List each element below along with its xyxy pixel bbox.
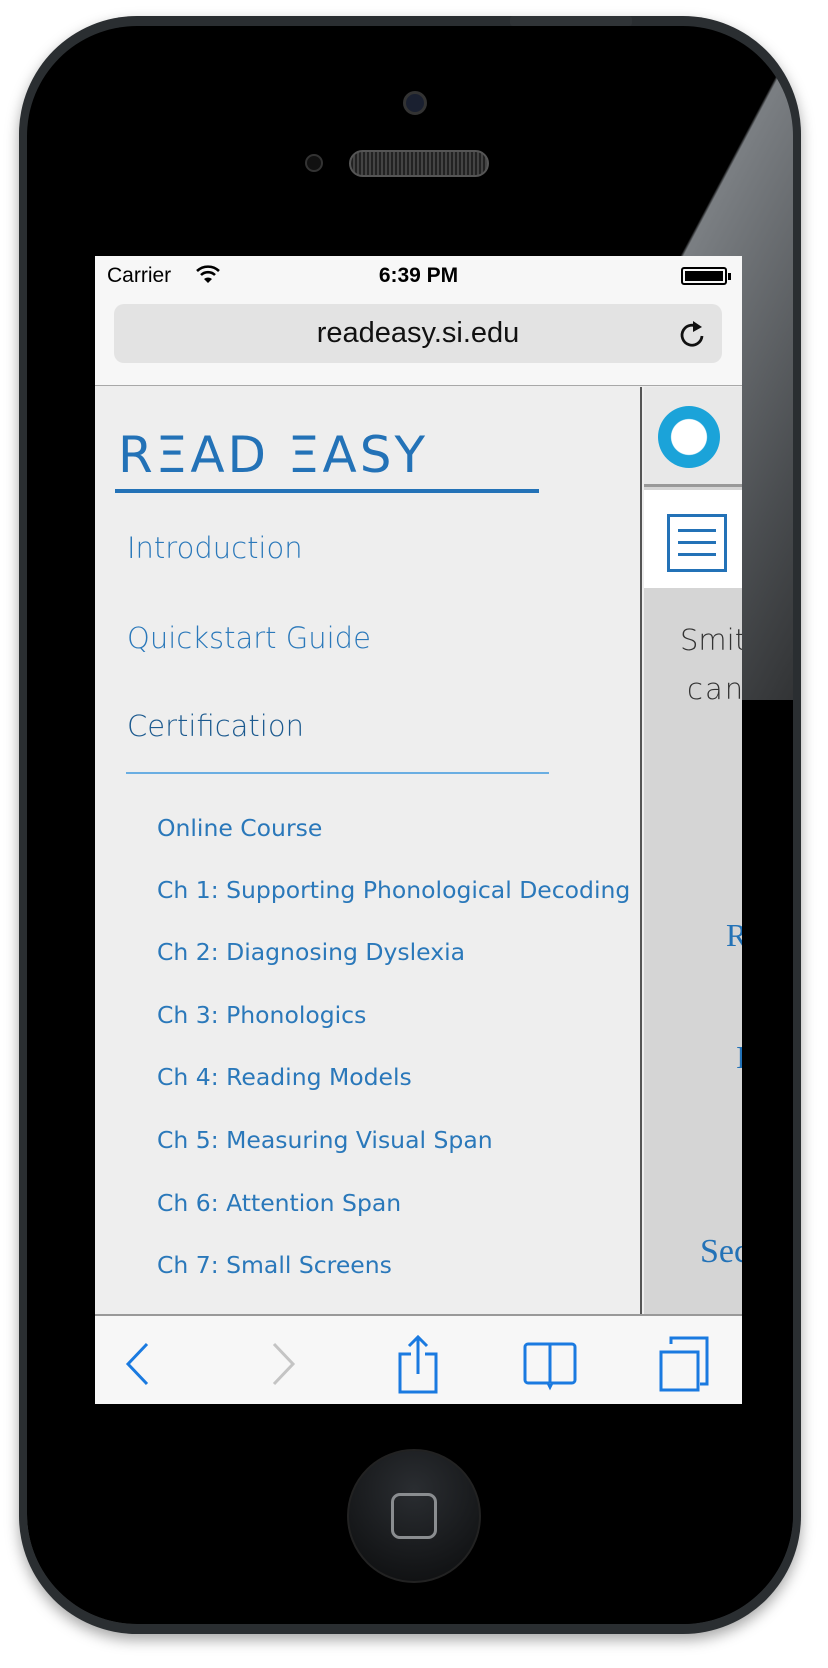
nav-introduction[interactable]: Introduction	[127, 531, 303, 565]
tabs-icon	[659, 1336, 709, 1392]
certification-divider	[126, 772, 549, 774]
back-button[interactable]	[108, 1336, 168, 1392]
sidebar-menu: RΞAD ΞASY Introduction Quickstart Guide …	[95, 387, 642, 1314]
site-header	[644, 387, 742, 487]
menu-bar	[644, 490, 742, 588]
browser-header: readeasy.si.edu	[95, 296, 742, 386]
share-icon	[398, 1334, 438, 1394]
status-bar: Carrier 6:39 PM	[95, 256, 742, 296]
nav-ch3[interactable]: Ch 3: Phonologics	[157, 1001, 366, 1029]
nav-ch1[interactable]: Ch 1: Supporting Phonological Decoding	[157, 876, 630, 904]
hamburger-menu-button[interactable]	[667, 514, 727, 572]
browser-toolbar	[95, 1314, 742, 1404]
nav-ch4[interactable]: Ch 4: Reading Models	[157, 1063, 412, 1091]
home-square-icon	[391, 1493, 437, 1539]
earpiece-speaker	[349, 150, 489, 177]
share-button[interactable]	[388, 1334, 448, 1394]
clock: 6:39 PM	[378, 264, 459, 287]
power-button	[510, 16, 632, 26]
content-link-sec[interactable]: Sec	[700, 1233, 742, 1271]
logo-underline	[115, 489, 539, 493]
home-button[interactable]	[347, 1449, 481, 1583]
chevron-right-icon	[272, 1342, 296, 1386]
intro-text-line1: Smit	[680, 623, 742, 657]
content-link-r[interactable]: R	[726, 917, 742, 954]
screen: Carrier 6:39 PM readeasy.si.edu RΞAD ΞAS…	[95, 256, 742, 1404]
nav-ch6[interactable]: Ch 6: Attention Span	[157, 1189, 401, 1217]
reload-icon[interactable]	[678, 319, 706, 349]
nav-ch5[interactable]: Ch 5: Measuring Visual Span	[157, 1126, 493, 1154]
nav-ch2[interactable]: Ch 2: Diagnosing Dyslexia	[157, 938, 465, 966]
book-icon	[523, 1342, 577, 1391]
tabs-button[interactable]	[655, 1336, 715, 1392]
page-content: Smit can R I Sec	[644, 387, 742, 1314]
sensor	[305, 154, 323, 172]
nav-ch7[interactable]: Ch 7: Small Screens	[157, 1251, 392, 1279]
chevron-left-icon	[125, 1342, 149, 1386]
intro-text-line2: can	[687, 672, 742, 706]
content-link-i[interactable]: I	[736, 1039, 742, 1076]
forward-button[interactable]	[253, 1336, 313, 1392]
battery-tip	[728, 273, 731, 280]
url-text: readeasy.si.edu	[316, 317, 520, 349]
smithsonian-sun-logo[interactable]	[658, 406, 720, 468]
front-camera	[403, 91, 427, 115]
nav-online-course[interactable]: Online Course	[157, 814, 322, 842]
bookmarks-button[interactable]	[520, 1336, 580, 1392]
address-bar[interactable]: readeasy.si.edu	[114, 304, 722, 363]
nav-quickstart-guide[interactable]: Quickstart Guide	[127, 621, 371, 655]
nav-certification[interactable]: Certification	[127, 709, 304, 743]
battery-icon	[681, 267, 727, 285]
read-easy-logo[interactable]: RΞAD ΞASY	[118, 426, 428, 484]
